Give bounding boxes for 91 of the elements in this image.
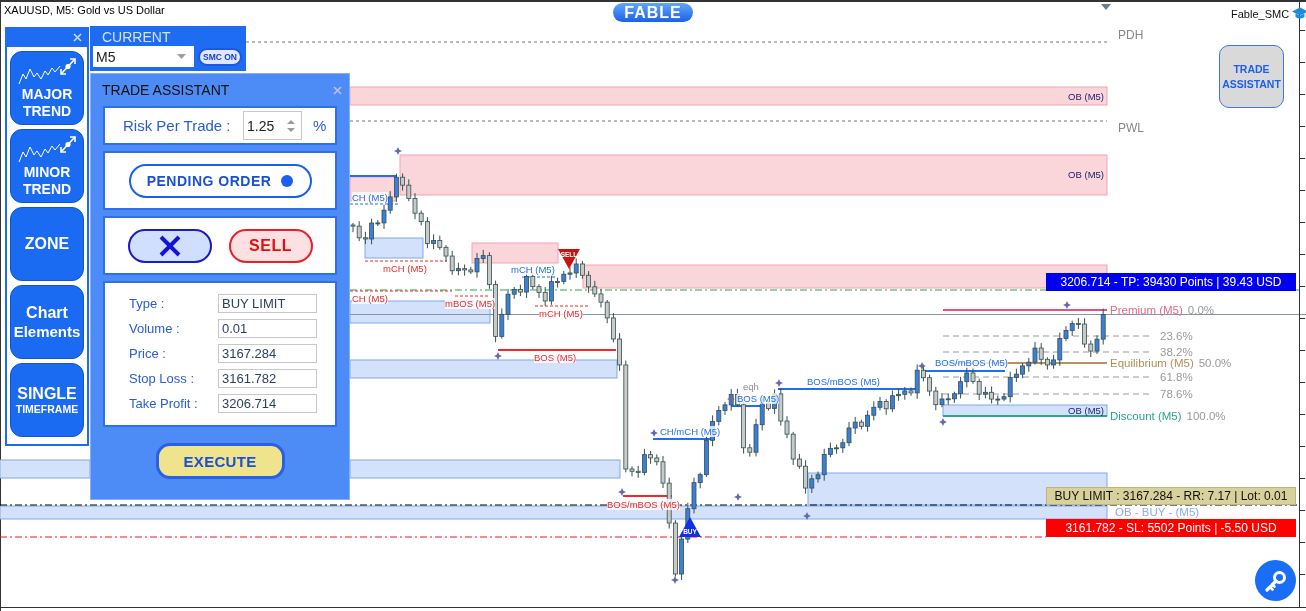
stop-loss-label: 3161.782 - SL: 5502 Points | -5.50 USD [1046, 519, 1296, 537]
trade-assistant-button[interactable]: TRADE ASSISTANT [1219, 45, 1284, 108]
order-field[interactable]: BUY LIMIT [218, 294, 317, 313]
key-icon [1263, 568, 1288, 593]
graduation-cap-icon [1292, 7, 1306, 20]
star-marker-icon [775, 379, 783, 387]
fib-zone-label: Equilibrium (M5) [1110, 357, 1194, 369]
take-profit-label: 3206.714 - TP: 39430 Points | 39.43 USD [1046, 273, 1296, 291]
cancel-button[interactable] [127, 228, 212, 263]
structure-label: eqh [743, 381, 759, 392]
star-marker-icon [671, 576, 679, 584]
demand-zone [364, 237, 424, 259]
indicator-name: Fable_SMC [1231, 7, 1290, 20]
cross-icon [157, 233, 182, 258]
panel-title: CURRENT [101, 28, 172, 46]
fib-percent-label: 100.0% [1186, 410, 1226, 422]
field-label: Stop Loss : [129, 371, 196, 386]
fib-zone-label: Discount (M5) [1110, 410, 1182, 422]
star-marker-icon [1063, 301, 1071, 309]
order-field[interactable]: 3206.714 [218, 394, 317, 413]
level-label: PWL [1118, 121, 1144, 135]
dot-icon [281, 174, 294, 187]
field-label: Price : [129, 346, 167, 361]
fib-percent-label: 78.6% [1160, 388, 1193, 400]
star-marker-icon [918, 362, 926, 370]
sell-button[interactable]: SELL [228, 228, 313, 263]
toolbar-button[interactable]: ZONE [10, 207, 84, 281]
execute-button[interactable]: EXECUTE [155, 443, 285, 479]
field-label: Take Profit : [129, 396, 199, 411]
structure-line [349, 175, 398, 177]
trend-chart-icon [17, 57, 77, 86]
down-triangle-icon [1101, 4, 1111, 10]
structure-label: mCH (M5) [511, 264, 555, 275]
fib-percent-label: 38.2% [1160, 346, 1193, 358]
structure-line [534, 305, 591, 307]
risk-label: Risk Per Trade : [123, 117, 232, 134]
field-label: Type : [129, 296, 166, 311]
star-marker-icon [650, 429, 658, 437]
structure-label: mBOS (M5) [445, 298, 496, 309]
structure-line [521, 276, 557, 278]
structure-label: BOS/mBOS (M5) [607, 499, 680, 510]
trend-chart-icon [17, 135, 77, 164]
unit-label: % [313, 117, 327, 134]
star-marker-icon [734, 493, 742, 501]
fib-zone-label: Premium (M5) [1110, 304, 1183, 316]
structure-line [454, 295, 489, 297]
key-button[interactable] [1255, 560, 1296, 601]
fib-percent-label: 61.8% [1160, 371, 1193, 383]
toolbar-button[interactable]: MINOR TREND [10, 129, 84, 203]
zone-label: OB (M5) [1068, 169, 1104, 181]
fib-percent-label: 23.6% [1160, 330, 1193, 342]
star-marker-icon [727, 395, 735, 403]
fib-percent-label: 0.0% [1187, 304, 1215, 316]
toolbar-button[interactable]: Chart Elements [10, 285, 84, 359]
app-logo: FABLE [613, 3, 693, 22]
zone-label: OB (M5) [1068, 405, 1104, 417]
structure-label: CH (M5) [352, 192, 388, 203]
structure-label: CH (M5) [352, 293, 388, 304]
star-marker-icon [803, 512, 811, 520]
level-label: PDH [1118, 28, 1144, 42]
structure-line [349, 203, 399, 205]
close-icon[interactable] [73, 32, 82, 42]
structure-label: BOS (M5) [534, 352, 577, 363]
timeframe-dropdown[interactable]: M5 [93, 46, 194, 67]
star-marker-icon [618, 488, 626, 496]
spinner-arrows-icon [287, 118, 295, 133]
field-label: Volume : [129, 321, 181, 336]
structure-label: BOS/mBOS (M5) [935, 357, 1008, 368]
structure-label: mCH (M5) [383, 263, 427, 274]
pending-order-button[interactable]: PENDING ORDER [128, 163, 312, 198]
structure-label: mCH (M5) [539, 308, 583, 319]
toolbar-button[interactable]: SINGLE TIMEFRAME [10, 363, 84, 437]
zone-label: OB - BUY - (M5) [1115, 506, 1200, 518]
structure-label: BOS/mBOS (M5) [807, 376, 880, 387]
order-field[interactable]: 3167.284 [218, 344, 317, 363]
panel-title: TRADE ASSISTANT [102, 82, 230, 98]
star-marker-icon [394, 147, 402, 155]
star-marker-icon [939, 418, 947, 426]
window-title: XAUUSD, M5: Gold vs US Dollar [4, 4, 165, 17]
smc-toggle-button[interactable]: SMC ON [198, 47, 242, 66]
caret-icon [177, 54, 186, 59]
toolbar-button[interactable]: MAJOR TREND [10, 51, 84, 125]
order-field[interactable]: 3161.782 [218, 369, 317, 388]
fib-percent-label: 50.0% [1198, 357, 1232, 369]
structure-label: CH/mCH (M5) [660, 426, 721, 437]
entry-order-label: BUY LIMIT : 3167.284 - RR: 7.17 | Lot: 0.01 [1046, 487, 1296, 505]
risk-input[interactable]: 1.25 [243, 111, 302, 140]
star-marker-icon [494, 352, 502, 360]
structure-label: BOS (M5) [737, 393, 780, 404]
zone-label: OB (M5) [1068, 91, 1104, 103]
order-field[interactable]: 0.01 [218, 319, 317, 338]
